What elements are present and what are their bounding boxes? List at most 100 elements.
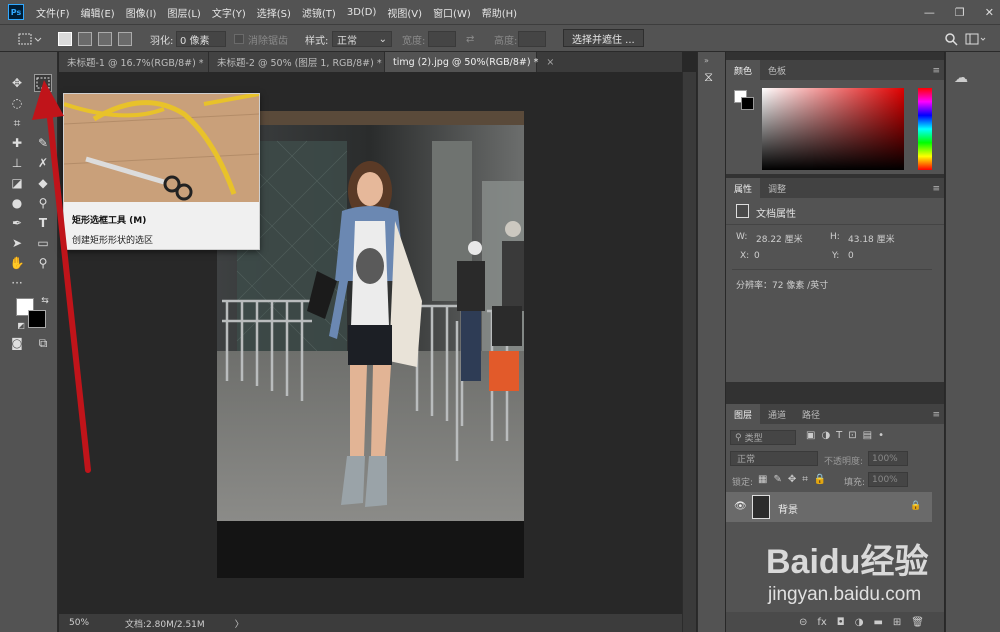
crop-tool-icon[interactable]: ⌗ (8, 114, 26, 132)
filter-kind-select[interactable]: ⚲ 类型 (730, 430, 796, 445)
panel-menu-icon[interactable]: ≡ (932, 410, 940, 420)
workspace-icon[interactable] (965, 31, 987, 47)
creative-cloud-libraries-icon[interactable]: ☁ (954, 70, 968, 86)
minimize-button[interactable]: — (924, 6, 935, 19)
rectangular-marquee-tool-icon[interactable] (34, 74, 52, 92)
pen-tool-icon[interactable]: ✒ (8, 214, 26, 232)
width-input[interactable] (428, 31, 456, 47)
clone-stamp-tool-icon[interactable]: ⊥ (8, 154, 26, 172)
tab-untitled-1[interactable]: 未标题-1 @ 16.7%(RGB/8#) *× (59, 52, 220, 72)
default-colors-icon[interactable]: ◩ (12, 316, 30, 334)
zoom-tool-icon[interactable]: ⚲ (34, 254, 52, 272)
y-prop-label: Y: (832, 251, 840, 261)
menu-help[interactable]: 帮助(H) (482, 5, 517, 20)
bg-swatch[interactable] (741, 97, 754, 110)
color-field[interactable] (762, 88, 904, 170)
menu-window[interactable]: 窗口(W) (433, 5, 471, 20)
menu-3d[interactable]: 3D(D) (347, 7, 377, 18)
menu-file[interactable]: 文件(F) (36, 5, 70, 20)
swap-icon[interactable]: ⇄ (466, 31, 474, 47)
menu-bar: Ps 文件(F) 编辑(E) 图像(I) 图层(L) 文字(Y) 选择(S) 滤… (0, 0, 1000, 24)
eraser-tool-icon[interactable]: ◪ (8, 174, 26, 192)
eye-icon[interactable]: 👁 (734, 501, 747, 512)
background-color-swatch[interactable] (28, 310, 46, 328)
healing-brush-tool-icon[interactable]: ✚ (8, 134, 26, 152)
tab-swatches[interactable]: 色板 (760, 60, 794, 80)
screen-mode-icon[interactable]: ⧉ (34, 334, 52, 352)
filter-kind-value: 类型 (744, 434, 763, 444)
menu-image[interactable]: 图像(I) (126, 5, 157, 20)
style-select[interactable]: 正常 ⌄ (332, 31, 392, 47)
menu-filter[interactable]: 滤镜(T) (302, 5, 336, 20)
watermark-url: jingyan.baidu.com (768, 584, 922, 605)
fill-value: 100% (872, 474, 898, 485)
zoom-level[interactable]: 50% (69, 618, 109, 628)
hue-slider[interactable] (918, 88, 932, 170)
properties-panel-tabs: 属性 调整 ≡ (726, 178, 944, 198)
tooltip-description: 创建矩形形状的选区 (72, 236, 154, 246)
history-panel-icon[interactable]: ⧖ (704, 70, 713, 85)
rectangle-shape-tool-icon[interactable]: ▭ (34, 234, 52, 252)
expand-icon[interactable]: » (704, 56, 709, 65)
height-input[interactable] (518, 31, 546, 47)
subtract-selection-mode[interactable] (98, 31, 112, 47)
tab-color[interactable]: 颜色 (726, 60, 761, 80)
layer-row-background[interactable]: 👁 背景 🔒 (726, 492, 932, 522)
new-selection-mode[interactable] (58, 31, 72, 47)
panel-menu-icon[interactable]: ≡ (932, 184, 940, 194)
opacity-input[interactable]: 100% (868, 451, 908, 466)
more-tools-icon[interactable]: ··· (8, 274, 26, 292)
tab-close-icon[interactable]: × (546, 57, 554, 68)
select-and-mask-button[interactable]: 选择并遮住 ... (563, 29, 644, 47)
menu-select[interactable]: 选择(S) (257, 5, 291, 20)
divider (732, 269, 932, 270)
tab-paths[interactable]: 路径 (794, 404, 828, 424)
quick-mask-icon[interactable]: ◙ (8, 334, 26, 352)
menu-view[interactable]: 视图(V) (387, 5, 422, 20)
panel-menu-icon[interactable]: ≡ (932, 66, 940, 76)
paint-bucket-tool-icon[interactable]: ◆ (34, 174, 52, 192)
filter-icons[interactable]: ▣◑T⊡▤• (806, 430, 890, 441)
blend-mode-select[interactable]: 正常 (730, 451, 818, 466)
tab-timg[interactable]: timg (2).jpg @ 50%(RGB/8#) * × (385, 52, 554, 72)
tab-properties[interactable]: 属性 (726, 178, 761, 198)
tab-layers[interactable]: 图层 (726, 404, 761, 424)
layers-panel-tabs: 图层 通道 路径 ≡ (726, 404, 944, 424)
move-tool-icon[interactable]: ✥ (8, 74, 26, 92)
vertical-scrollbar[interactable] (682, 72, 696, 632)
height-prop-value[interactable]: 43.18 厘米 (848, 232, 895, 245)
width-prop-value[interactable]: 28.22 厘米 (756, 232, 803, 245)
lasso-tool-icon[interactable]: ◌ (8, 94, 26, 112)
lock-icon: 🔒 (910, 501, 922, 511)
tool-preset-picker[interactable] (18, 31, 42, 47)
tab-channels[interactable]: 通道 (760, 404, 794, 424)
swap-colors-icon[interactable]: ⇆ (36, 292, 54, 310)
antialias-checkbox[interactable]: 消除锯齿 (234, 31, 288, 47)
intersect-selection-mode[interactable] (118, 31, 132, 47)
y-prop-value[interactable]: 0 (848, 251, 854, 261)
feather-input[interactable]: 0 像素 (176, 31, 226, 47)
status-menu-arrow-icon[interactable]: 〉 (235, 617, 244, 630)
restore-button[interactable]: ❐ (955, 6, 965, 19)
close-button[interactable]: ✕ (985, 6, 994, 19)
style-value: 正常 (337, 35, 357, 47)
fill-input[interactable]: 100% (868, 472, 908, 487)
document-canvas[interactable] (217, 111, 524, 578)
brush-tool-icon[interactable]: ✎ (34, 134, 52, 152)
x-prop-value[interactable]: 0 (754, 251, 760, 261)
lock-icons[interactable]: ▦✎✥⌗🔒 (758, 474, 832, 485)
hand-tool-icon[interactable]: ✋ (8, 254, 26, 272)
add-selection-mode[interactable] (78, 31, 92, 47)
menu-type[interactable]: 文字(Y) (212, 5, 246, 20)
layer-name[interactable]: 背景 (778, 501, 798, 516)
menu-edit[interactable]: 编辑(E) (81, 5, 115, 20)
dodge-tool-icon[interactable]: ⚲ (34, 194, 52, 212)
path-selection-tool-icon[interactable]: ➤ (8, 234, 26, 252)
history-brush-tool-icon[interactable]: ✗ (34, 154, 52, 172)
tab-untitled-2[interactable]: 未标题-2 @ 50% (图层 1, RGB/8#) *× (209, 52, 398, 72)
tab-adjustments[interactable]: 调整 (760, 178, 794, 198)
search-icon[interactable] (944, 31, 958, 47)
menu-layer[interactable]: 图层(L) (167, 5, 200, 20)
type-tool-icon[interactable]: T (34, 214, 52, 232)
blur-tool-icon[interactable]: ● (8, 194, 26, 212)
